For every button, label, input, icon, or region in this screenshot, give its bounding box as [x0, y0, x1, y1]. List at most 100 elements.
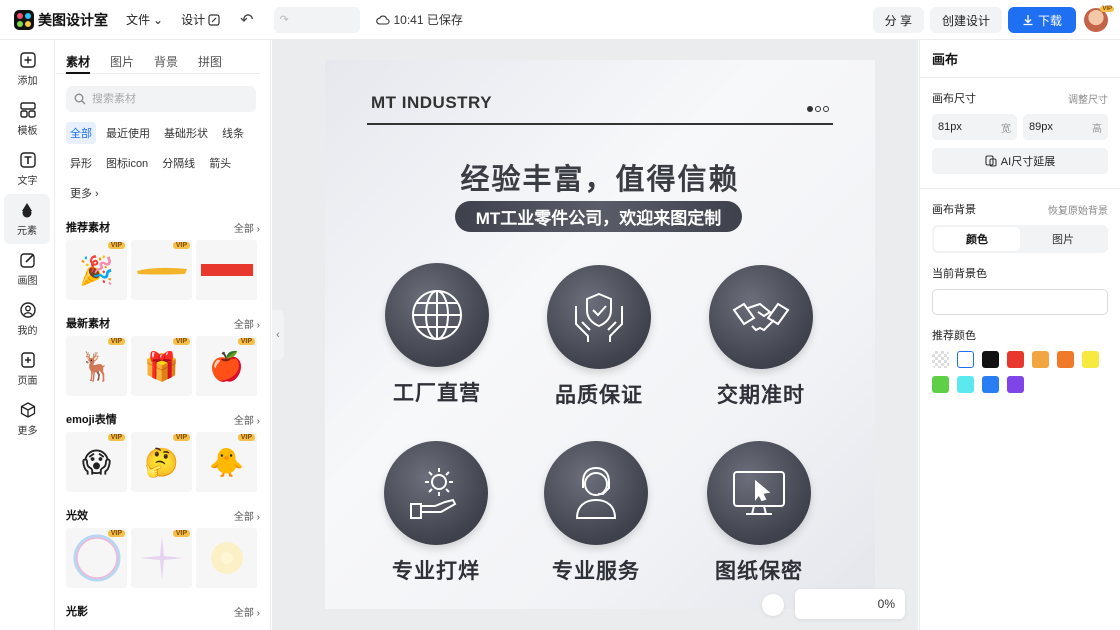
- party-popper-thumb[interactable]: 🎉 VIP: [66, 240, 127, 300]
- restore-bg-link[interactable]: 恢复原始背景: [1048, 202, 1108, 217]
- feature-professional-welding[interactable]: 专业打烊: [366, 441, 506, 585]
- height-field[interactable]: 89px 高: [1023, 114, 1108, 140]
- feature-drawing-confidentiality[interactable]: 图纸保密: [689, 441, 829, 585]
- feature-quality-assurance[interactable]: 品质保证: [529, 265, 669, 409]
- gift-snowglobe-thumb[interactable]: 🎁 VIP: [131, 336, 192, 396]
- see-all-label: 全部: [233, 319, 254, 331]
- color-swatch[interactable]: [957, 351, 974, 368]
- page-add-icon: [20, 352, 35, 368]
- globe-icon: [412, 290, 462, 340]
- tab-materials[interactable]: 素材: [66, 53, 91, 74]
- current-bg-color-field[interactable]: [932, 289, 1108, 315]
- rail-item-label: 我的: [17, 326, 38, 337]
- create-design-button[interactable]: 创建设计: [929, 7, 1002, 33]
- color-swatch[interactable]: [982, 376, 999, 393]
- section-title: 最新素材: [66, 318, 110, 330]
- undo-icon[interactable]: ↶: [240, 10, 253, 30]
- rail-item-label: 画图: [17, 276, 38, 287]
- scared-face-thumb[interactable]: 😱 VIP: [66, 432, 127, 492]
- tab-collage[interactable]: 拼图: [198, 53, 222, 74]
- reindeer-sleigh-thumb[interactable]: 🦌 VIP: [66, 336, 127, 396]
- chip-basic-shapes[interactable]: 基础形状: [160, 122, 212, 144]
- share-button[interactable]: 分 享: [872, 7, 924, 33]
- see-all-link[interactable]: 全部 ›: [234, 604, 260, 619]
- rail-item-text[interactable]: 文字: [0, 144, 55, 194]
- help-button[interactable]: [762, 594, 784, 616]
- chip-dividers[interactable]: 分隔线: [158, 152, 199, 174]
- brand-title[interactable]: MT INDUSTRY: [371, 93, 492, 113]
- resize-link[interactable]: 调整尺寸: [1068, 91, 1108, 106]
- chip-arrows[interactable]: 箭头: [205, 152, 235, 174]
- app-logo[interactable]: 美图设计室: [14, 9, 108, 30]
- color-swatch[interactable]: [1007, 351, 1024, 368]
- vip-badge: VIP: [237, 338, 255, 345]
- color-swatch[interactable]: [1082, 351, 1099, 368]
- chip-recent[interactable]: 最近使用: [102, 122, 154, 144]
- rail-item-more[interactable]: 更多: [0, 394, 55, 444]
- see-all-link[interactable]: 全部 ›: [234, 220, 260, 235]
- tab-backgrounds[interactable]: 背景: [154, 53, 178, 74]
- color-swatch[interactable]: [932, 376, 949, 393]
- rail-item-mine[interactable]: 我的: [0, 294, 55, 344]
- search-input[interactable]: [92, 93, 242, 105]
- category-chips: 全部 最近使用 基础形状 线条 异形 图标icon 分隔线 箭头 更多 ›: [66, 122, 260, 204]
- avatar[interactable]: VIP: [1084, 6, 1114, 32]
- see-all-link[interactable]: 全部 ›: [234, 508, 260, 523]
- bg-image-tab[interactable]: 图片: [1020, 227, 1106, 251]
- chick-checklist-thumb[interactable]: 🐥 VIP: [196, 432, 257, 492]
- sparkle-thumb[interactable]: VIP: [131, 528, 192, 588]
- feature-factory-direct[interactable]: 工厂直营: [367, 263, 507, 407]
- rail-item-templates[interactable]: 模板: [0, 94, 55, 144]
- chip-irregular[interactable]: 异形: [66, 152, 96, 174]
- rainbow-ring-thumb[interactable]: VIP: [66, 528, 127, 588]
- chip-icons[interactable]: 图标icon: [102, 152, 152, 174]
- search-box: [66, 86, 256, 112]
- canvas-stage: ‹ MT INDUSTRY 经验丰富，值得信赖 MT工业零件公司，欢迎来图定制 …: [272, 40, 918, 630]
- color-swatch[interactable]: [1007, 376, 1024, 393]
- ai-extend-button[interactable]: AI尺寸延展: [932, 148, 1108, 174]
- color-swatch[interactable]: [1032, 351, 1049, 368]
- color-swatch[interactable]: [1057, 351, 1074, 368]
- tagline-pill[interactable]: MT工业零件公司，欢迎来图定制: [455, 201, 742, 232]
- file-menu[interactable]: 文件 ⌄: [126, 11, 163, 28]
- design-menu-label: 设计: [181, 13, 206, 27]
- see-all-link[interactable]: 全部 ›: [234, 316, 260, 331]
- bg-color-tab[interactable]: 颜色: [934, 227, 1020, 251]
- redo-icon[interactable]: ↷: [273, 6, 360, 33]
- glow-thumb[interactable]: [196, 528, 257, 588]
- feature-professional-service[interactable]: 专业服务: [526, 441, 666, 585]
- current-bg-label: 当前背景色: [932, 268, 987, 280]
- feature-label: 图纸保密: [715, 560, 803, 583]
- red-bar-thumb[interactable]: [196, 240, 257, 300]
- color-swatch[interactable]: [957, 376, 974, 393]
- feature-on-time-delivery[interactable]: 交期准时: [691, 265, 831, 409]
- chip-more[interactable]: 更多 ›: [66, 182, 103, 204]
- download-button[interactable]: 下载: [1007, 7, 1076, 33]
- see-all-label: 全部: [233, 223, 254, 235]
- see-all-link[interactable]: 全部 ›: [234, 412, 260, 427]
- chip-lines[interactable]: 线条: [218, 122, 248, 144]
- design-menu[interactable]: 设计: [181, 11, 220, 28]
- rail-item-draw[interactable]: 画图: [0, 244, 55, 294]
- header-rule: [367, 123, 833, 125]
- rail-item-add[interactable]: 添加: [0, 44, 55, 94]
- zoom-control[interactable]: 0%: [795, 589, 905, 619]
- ai-extend-label: AI尺寸延展: [1000, 156, 1056, 168]
- apple-thumb[interactable]: 🍎 VIP: [196, 336, 257, 396]
- rail-item-pages[interactable]: 页面: [0, 344, 55, 394]
- width-field[interactable]: 81px 宽: [932, 114, 1017, 140]
- feature-label: 品质保证: [555, 384, 643, 407]
- color-swatch[interactable]: [932, 351, 949, 368]
- user-icon: [19, 302, 36, 318]
- thinking-face-thumb[interactable]: 🤔 VIP: [131, 432, 192, 492]
- collapse-panel-button[interactable]: ‹: [272, 310, 284, 360]
- feature-label: 专业服务: [552, 560, 640, 583]
- headline[interactable]: 经验丰富，值得信赖: [325, 156, 875, 198]
- color-swatch[interactable]: [982, 351, 999, 368]
- tab-images[interactable]: 图片: [110, 53, 134, 74]
- rail-item-label: 更多: [17, 426, 38, 437]
- artboard[interactable]: MT INDUSTRY 经验丰富，值得信赖 MT工业零件公司，欢迎来图定制 工厂…: [325, 60, 875, 609]
- yellow-brush-stroke-thumb[interactable]: VIP: [131, 240, 192, 300]
- chip-all[interactable]: 全部: [66, 122, 96, 144]
- rail-item-elements[interactable]: 元素: [4, 194, 50, 244]
